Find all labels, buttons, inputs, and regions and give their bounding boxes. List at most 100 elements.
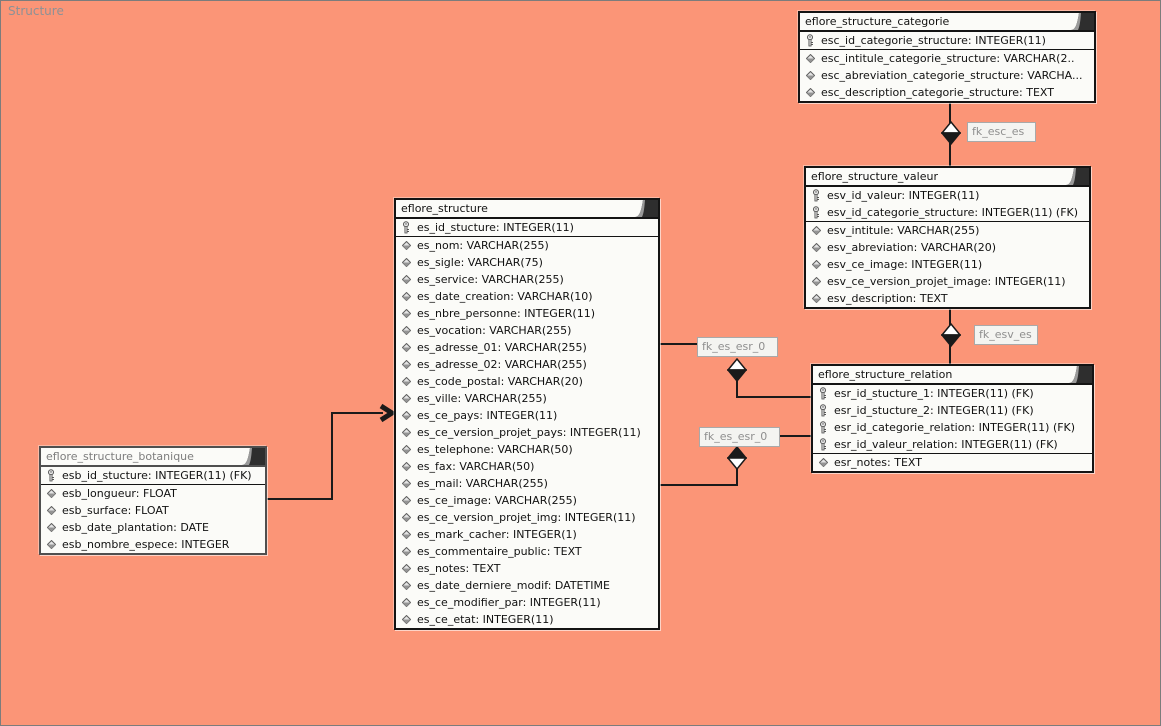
table-row: esv_id_categorie_structure: INTEGER(11) … [806, 204, 1089, 222]
connector-line [331, 413, 333, 500]
relationship-label-fk-es-esr-2[interactable]: fk_es_esr_0 [699, 427, 780, 447]
relationship-diamond-icon [941, 121, 961, 149]
table-eflore-structure-valeur[interactable]: eflore_structure_valeur esv_id_valeur: I… [804, 166, 1091, 309]
table-title[interactable]: eflore_structure_valeur [806, 168, 1089, 187]
table-row: es_ce_version_projet_img: INTEGER(11) [396, 509, 658, 526]
key-icon [810, 189, 822, 202]
table-eflore-structure-categorie[interactable]: eflore_structure_categorie esc_id_catego… [798, 11, 1096, 103]
diamond-icon [810, 243, 822, 252]
diamond-icon [400, 411, 412, 420]
column-text: es_date_derniere_modif: DATETIME [417, 579, 610, 592]
table-row: esr_id_valeur_relation: INTEGER(11) (FK) [813, 436, 1092, 454]
table-row: es_id_stucture: INTEGER(11) [396, 219, 658, 237]
table-row: es_service: VARCHAR(255) [396, 271, 658, 288]
column-text: esb_surface: FLOAT [62, 504, 169, 517]
diamond-icon [400, 445, 412, 454]
diamond-icon [400, 258, 412, 267]
relationship-label-fk-esc-es[interactable]: fk_esc_es [967, 122, 1036, 142]
table-eflore-structure-relation[interactable]: eflore_structure_relation esr_id_stuctur… [811, 364, 1094, 473]
column-text: es_ce_version_projet_img: INTEGER(11) [417, 511, 636, 524]
relationship-label-fk-es-esr-1[interactable]: fk_es_esr_0 [697, 337, 778, 357]
table-title[interactable]: eflore_structure_botanique [41, 448, 265, 467]
region-label: Structure [8, 4, 64, 18]
column-text: es_commentaire_public: TEXT [417, 545, 582, 558]
column-text: es_telephone: VARCHAR(50) [417, 443, 573, 456]
column-text: esv_ce_version_projet_image: INTEGER(11) [827, 275, 1066, 288]
page-curl-icon [239, 448, 265, 465]
diamond-icon [804, 88, 816, 97]
table-row: es_adresse_01: VARCHAR(255) [396, 339, 658, 356]
table-row: es_ce_version_projet_pays: INTEGER(11) [396, 424, 658, 441]
diamond-icon [400, 598, 412, 607]
table-row: esc_intitule_categorie_structure: VARCHA… [800, 50, 1094, 67]
table-row: esv_intitule: VARCHAR(255) [806, 222, 1089, 239]
diamond-icon [400, 275, 412, 284]
diagram-canvas[interactable]: Structure fk_esc_es fk_esv_es fk_es_esr_… [0, 0, 1161, 726]
table-eflore-structure[interactable]: eflore_structure es_id_stucture: INTEGER… [394, 198, 660, 630]
column-text: es_adresse_02: VARCHAR(255) [417, 358, 587, 371]
relationship-label-fk-esv-es[interactable]: fk_esv_es [974, 325, 1038, 345]
column-text: es_ce_modifier_par: INTEGER(11) [417, 596, 601, 609]
column-text: es_nbre_personne: INTEGER(11) [417, 307, 595, 320]
column-text: es_ce_version_projet_pays: INTEGER(11) [417, 426, 641, 439]
diamond-icon [45, 506, 57, 515]
table-row: es_ce_etat: INTEGER(11) [396, 611, 658, 628]
column-text: esc_id_categorie_structure: INTEGER(11) [821, 34, 1046, 47]
diamond-icon [400, 394, 412, 403]
relationship-diamond-icon [727, 446, 747, 474]
diamond-icon [804, 54, 816, 63]
table-row: es_date_derniere_modif: DATETIME [396, 577, 658, 594]
diamond-icon [810, 294, 822, 303]
column-text: esv_abreviation: VARCHAR(20) [827, 241, 996, 254]
key-icon [817, 387, 829, 400]
diamond-icon [810, 260, 822, 269]
table-row: esb_nombre_espece: INTEGER [41, 536, 265, 553]
table-row: esv_ce_image: INTEGER(11) [806, 256, 1089, 273]
column-text: es_ce_image: VARCHAR(255) [417, 494, 577, 507]
column-text: esv_description: TEXT [827, 292, 948, 305]
column-text: es_ce_etat: INTEGER(11) [417, 613, 554, 626]
diamond-icon [400, 326, 412, 335]
diamond-icon [45, 523, 57, 532]
key-icon [817, 404, 829, 417]
column-text: esv_id_categorie_structure: INTEGER(11) … [827, 206, 1078, 219]
connector-line [736, 396, 814, 398]
table-title-text: eflore_structure_relation [818, 368, 952, 381]
table-eflore-structure-botanique[interactable]: eflore_structure_botanique esb_id_stuctu… [39, 446, 267, 555]
table-row: esb_longueur: FLOAT [41, 485, 265, 502]
column-text: esr_id_valeur_relation: INTEGER(11) (FK) [834, 438, 1058, 451]
table-row: esb_id_stucture: INTEGER(11) (FK) [41, 467, 265, 485]
key-icon [810, 206, 822, 219]
column-text: esc_intitule_categorie_structure: VARCHA… [821, 52, 1074, 65]
table-row: esc_description_categorie_structure: TEX… [800, 84, 1094, 101]
column-text: esc_abreviation_categorie_structure: VAR… [821, 69, 1082, 82]
connector-line [261, 498, 333, 500]
column-text: esv_intitule: VARCHAR(255) [827, 224, 979, 237]
column-text: es_adresse_01: VARCHAR(255) [417, 341, 587, 354]
table-title[interactable]: eflore_structure_relation [813, 366, 1092, 385]
table-title-text: eflore_structure_botanique [46, 450, 194, 463]
table-row: es_code_postal: VARCHAR(20) [396, 373, 658, 390]
column-text: esr_id_categorie_relation: INTEGER(11) (… [834, 421, 1075, 434]
diamond-icon [400, 547, 412, 556]
diamond-icon [810, 277, 822, 286]
table-row: es_mark_cacher: INTEGER(1) [396, 526, 658, 543]
diamond-icon [400, 428, 412, 437]
key-icon [817, 438, 829, 451]
table-row: es_ville: VARCHAR(255) [396, 390, 658, 407]
column-text: es_notes: TEXT [417, 562, 500, 575]
table-row: esv_id_valeur: INTEGER(11) [806, 187, 1089, 204]
table-title[interactable]: eflore_structure [396, 200, 658, 219]
arrow-head-icon [377, 403, 395, 427]
column-text: esb_nombre_espece: INTEGER [62, 538, 229, 551]
column-text: esr_id_stucture_1: INTEGER(11) (FK) [834, 387, 1034, 400]
diamond-icon [804, 71, 816, 80]
diamond-icon [45, 540, 57, 549]
table-row: esr_notes: TEXT [813, 454, 1092, 471]
column-text: esv_id_valeur: INTEGER(11) [827, 189, 979, 202]
table-title[interactable]: eflore_structure_categorie [800, 13, 1094, 32]
diamond-icon [400, 309, 412, 318]
connector-line [658, 343, 698, 345]
page-curl-icon [1066, 366, 1092, 383]
page-curl-icon [1063, 168, 1089, 185]
